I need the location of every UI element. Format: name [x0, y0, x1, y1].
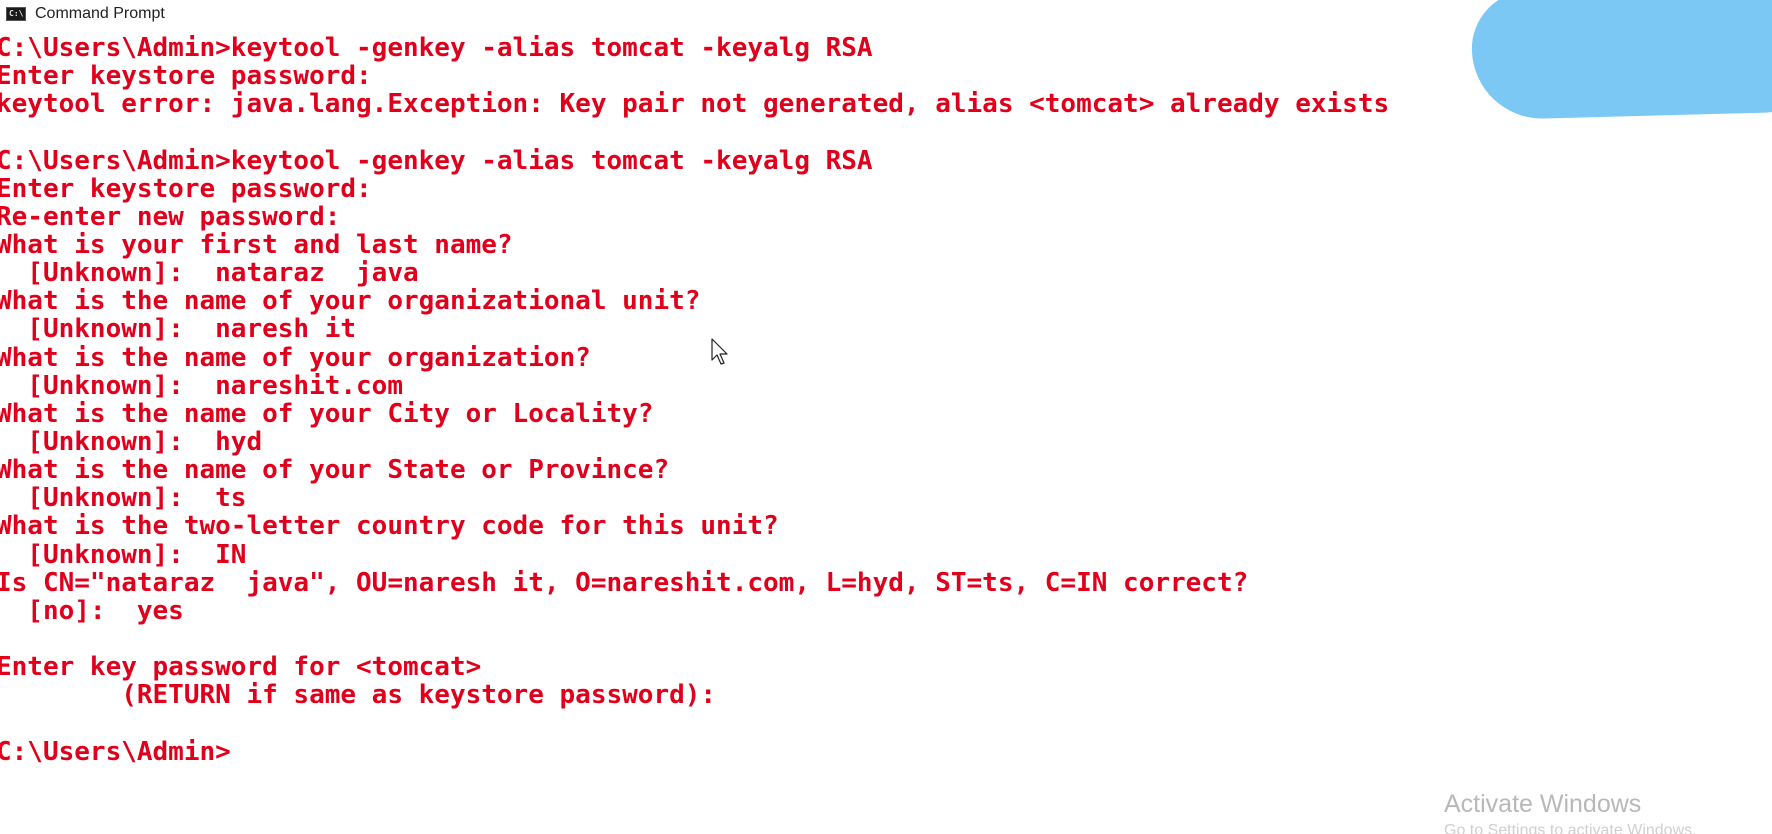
activate-windows-subtitle: Go to Settings to activate Windows. [1444, 822, 1697, 834]
console-line: Re-enter new password: [0, 201, 341, 232]
console-line: [no]: yes [0, 595, 184, 626]
command-prompt-window: C:\ Command Prompt C:\Users\Admin>keytoo… [0, 0, 1772, 834]
console-line: What is your first and last name? [0, 229, 513, 260]
activate-windows-title: Activate Windows [1444, 790, 1642, 818]
console-line: [Unknown]: naresh it [0, 314, 357, 345]
window-title: Command Prompt [35, 5, 165, 22]
console-line: What is the name of your City or Localit… [0, 398, 654, 429]
console-line: (RETURN if same as keystore password): [0, 680, 717, 711]
command-prompt-icon-label: C:\ [9, 9, 24, 18]
console-line: [Unknown]: hyd [0, 426, 263, 457]
console-line: What is the name of your State or Provin… [0, 455, 670, 486]
console-line: C:\Users\Admin> [0, 736, 231, 767]
console-line: [Unknown]: IN [0, 539, 247, 570]
console-line: [Unknown]: nataraz java [0, 258, 419, 289]
console-line: What is the name of your organization? [0, 342, 591, 373]
console-line: Enter key password for <tomcat> [0, 652, 482, 683]
mouse-pointer-icon [711, 338, 728, 365]
console-line: [Unknown]: nareshit.com [0, 370, 403, 401]
console-line: What is the name of your organizational … [0, 286, 701, 317]
console-line: [Unknown]: ts [0, 483, 247, 514]
console-line: C:\Users\Admin>keytool -genkey -alias to… [0, 145, 873, 176]
console-line: Enter keystore password: [0, 173, 372, 204]
annotation-highlight [1470, 0, 1772, 121]
command-prompt-icon: C:\ [6, 7, 26, 21]
console-line: What is the two-letter country code for … [0, 511, 779, 542]
console-line: Is CN="nataraz java", OU=naresh it, O=na… [0, 567, 1249, 598]
console-output[interactable]: C:\Users\Admin>keytool -genkey -alias to… [0, 34, 1772, 766]
